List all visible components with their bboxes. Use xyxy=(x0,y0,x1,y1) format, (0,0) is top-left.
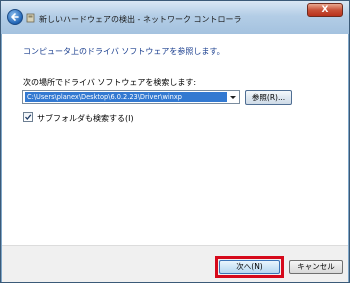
cancel-button[interactable]: キャンセル xyxy=(289,260,343,274)
dropdown-arrow-icon[interactable] xyxy=(227,92,238,102)
dialog-window: 新しいハードウェアの検出 - ネットワーク コントローラ X コンピュータ上のド… xyxy=(0,0,350,283)
include-subfolders-label: サブフォルダも検索する(I) xyxy=(37,114,134,123)
driver-path-combobox[interactable]: C:\Users\planex\Desktop\6.0.2.23\Driver\… xyxy=(22,90,240,104)
browse-button[interactable]: 参照(R)... xyxy=(245,90,292,105)
back-button[interactable] xyxy=(7,9,23,25)
close-icon: X xyxy=(321,5,329,15)
title-bar: 新しいハードウェアの検出 - ネットワーク コントローラ X xyxy=(1,1,349,34)
checkmark-icon xyxy=(25,114,32,120)
next-button[interactable]: 次へ(N) xyxy=(219,260,280,274)
driver-path-value[interactable]: C:\Users\planex\Desktop\6.0.2.23\Driver\… xyxy=(25,92,227,102)
include-subfolders-checkbox[interactable] xyxy=(23,112,33,122)
hardware-icon xyxy=(26,13,35,23)
window-title: 新しいハードウェアの検出 - ネットワーク コントローラ xyxy=(39,15,242,24)
back-arrow-icon xyxy=(11,13,19,21)
button-bar: 次へ(N) キャンセル xyxy=(2,245,348,282)
page-heading: コンピュータ上のドライバ ソフトウェアを参照します。 xyxy=(23,47,225,56)
search-location-label: 次の場所でドライバ ソフトウェアを検索します: xyxy=(23,78,197,87)
close-button[interactable]: X xyxy=(307,3,343,17)
content-area: コンピュータ上のドライバ ソフトウェアを参照します。 次の場所でドライバ ソフト… xyxy=(2,34,348,245)
